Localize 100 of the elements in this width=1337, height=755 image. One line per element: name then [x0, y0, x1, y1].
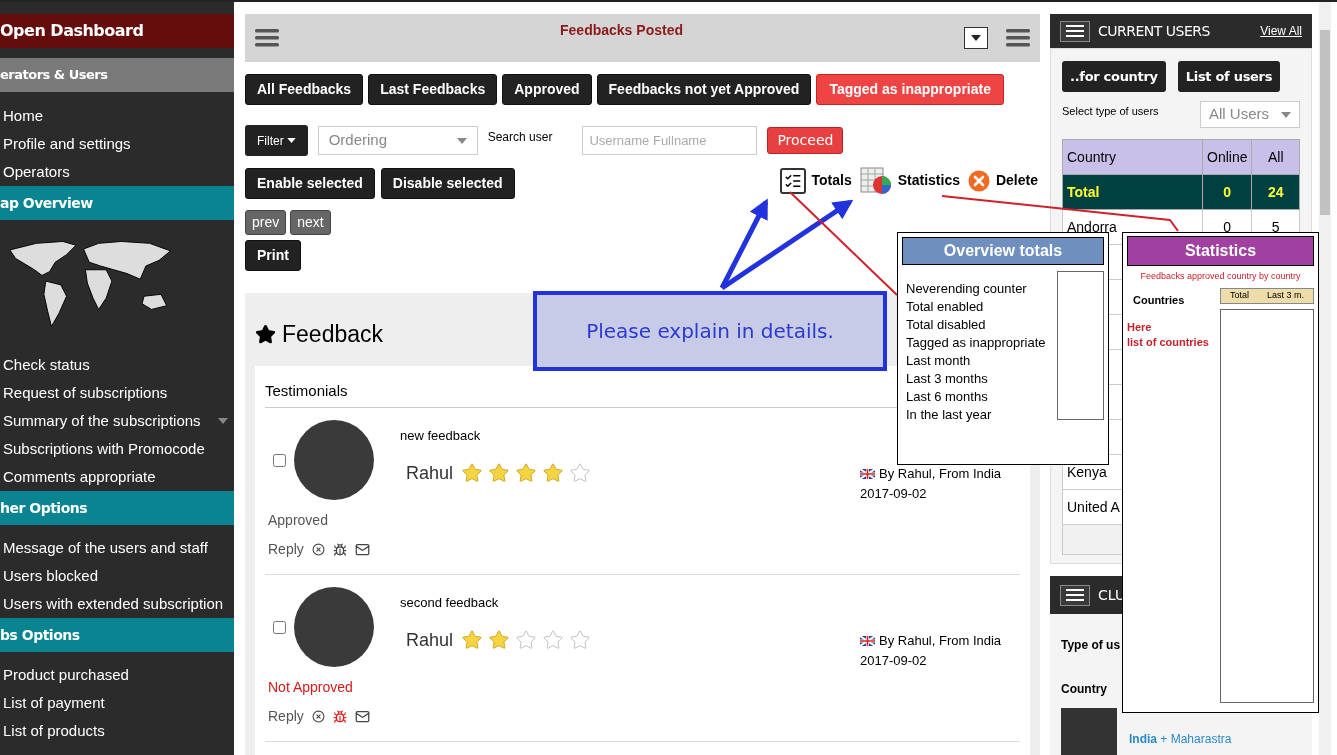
total-all: 24 [1251, 174, 1300, 210]
filter-tab[interactable]: Feedbacks not yet Approved [596, 74, 812, 105]
dismiss-icon[interactable] [311, 543, 325, 556]
sidebar-link[interactable]: Profile and settings [0, 130, 234, 158]
photo-placeholder [1061, 708, 1117, 755]
bulk-action-button[interactable]: Enable selected [245, 168, 375, 199]
search-field[interactable]: Username Fullname [582, 126, 758, 155]
column-header: Online [1202, 139, 1252, 175]
sidebar-link[interactable]: List of products [0, 717, 234, 745]
approval-status: Approved [267, 511, 329, 530]
panel-title: CURRENT USERS [1098, 21, 1211, 41]
flag-icon [860, 468, 875, 479]
sidebar-link[interactable]: List of payment [0, 689, 234, 717]
totals-line: Last 6 months [906, 388, 989, 406]
feedback-title: new feedback [400, 427, 482, 445]
sidebar-section-header[interactable]: her Options [0, 491, 234, 525]
sidebar-link[interactable]: Operators [0, 158, 234, 186]
sidebar-link[interactable]: Subscriptions with Promocode [0, 435, 234, 463]
select-checkbox[interactable] [273, 620, 286, 634]
countries-label: Countries [1132, 292, 1186, 308]
totals-line: Total disabled [906, 316, 987, 334]
filter-tab[interactable]: Tagged as inappropriate [816, 74, 1004, 105]
dismiss-icon[interactable] [311, 710, 325, 723]
caret-icon [218, 418, 228, 424]
user-filter-button[interactable]: ..for country [1062, 61, 1166, 92]
sidebar-link[interactable]: Check status [0, 351, 234, 379]
online-count: 0 [1223, 218, 1232, 235]
print-button[interactable]: Print [245, 240, 301, 271]
feedback-date: 2017-09-02 [860, 484, 928, 503]
view-all-link[interactable]: View All [1260, 22, 1302, 40]
sidebar-link[interactable]: Product purchased [0, 661, 234, 689]
star-icon [461, 629, 484, 651]
totals-line: Tagged as inappropriate [906, 334, 1047, 352]
column-header: All [1251, 139, 1300, 175]
caret-icon [456, 137, 467, 144]
countries-note: Here list of countries [1127, 320, 1210, 350]
bulk-action-button[interactable]: Disable selected [380, 168, 515, 199]
country-name: Kenya [1067, 463, 1107, 480]
search-label: Search user [487, 128, 553, 146]
approval-status: Not Approved [267, 678, 354, 697]
reply-link[interactable]: Reply [268, 706, 304, 727]
sidebar-link[interactable]: Message of the users and staff [0, 534, 234, 562]
menu-icon[interactable] [1006, 29, 1030, 47]
caret-icon [286, 138, 296, 143]
bug-icon[interactable] [332, 542, 347, 557]
user-count: 5 [1271, 218, 1280, 235]
sidebar-link[interactable]: Users with extended subscription [0, 590, 234, 618]
tool-link[interactable]: Statistics [897, 170, 960, 191]
filter-tab[interactable]: Last Feedbacks [368, 74, 498, 105]
menu-button[interactable] [1060, 20, 1090, 42]
tool-link[interactable]: Totals [811, 170, 852, 191]
dashboard-link[interactable]: Open Dashboard [0, 14, 234, 48]
filter-tab[interactable]: All Feedbacks [245, 74, 364, 105]
star-icon [569, 462, 592, 484]
popup-title: Statistics [1127, 236, 1314, 266]
star-icon [569, 629, 592, 651]
sidebar-link[interactable]: Users blocked [0, 562, 234, 590]
bug-icon[interactable] [332, 709, 347, 724]
total-online: 0 [1202, 174, 1252, 210]
select-checkbox[interactable] [273, 453, 286, 467]
author-byline: By Rahul, From India [879, 632, 1002, 650]
proceed-button[interactable]: Proceed [767, 127, 844, 154]
mail-icon[interactable] [354, 542, 370, 557]
total-label: Total [1062, 174, 1203, 210]
star-icon [461, 462, 484, 484]
star-icon [255, 323, 276, 345]
totals-line: Last month [906, 352, 972, 370]
close-icon [967, 169, 990, 192]
country-name: United A [1067, 498, 1120, 515]
pager-button[interactable]: prev [245, 210, 287, 235]
star-icon [515, 629, 538, 651]
sidebar-section-header[interactable]: bs Options [0, 618, 234, 652]
totals-line: Total enabled [906, 298, 985, 316]
menu-icon[interactable] [255, 29, 279, 47]
pager-button[interactable]: next [290, 210, 331, 235]
sidebar-section-header[interactable]: ap Overview [0, 186, 234, 220]
dropdown-toggle[interactable] [964, 27, 988, 49]
sidebar-link[interactable]: Comments appropriate [0, 463, 234, 491]
author-name: Rahul [406, 461, 454, 485]
star-icon [542, 629, 565, 651]
user-filter-button[interactable]: List of users [1177, 61, 1281, 92]
filter-button[interactable]: Filter [245, 125, 308, 156]
filter-tab[interactable]: Approved [502, 74, 592, 105]
star-icon [542, 462, 565, 484]
sidebar-link[interactable]: Home [0, 102, 234, 130]
field-label: Type of us [1061, 637, 1122, 654]
author-name: Rahul [406, 628, 454, 652]
sidebar-link[interactable]: Summary of the subscriptions [0, 407, 234, 435]
reply-link[interactable]: Reply [268, 539, 304, 560]
popup-subtitle: Feedbacks approved country by country [1139, 270, 1302, 283]
star-icon [488, 629, 511, 651]
user-type-select[interactable]: All Users [1200, 101, 1300, 128]
scrollbar[interactable] [1319, 2, 1331, 755]
menu-button[interactable] [1060, 584, 1090, 606]
mail-icon[interactable] [354, 709, 370, 724]
tool-link[interactable]: Delete [995, 170, 1038, 191]
caret-icon [1281, 111, 1291, 118]
sidebar-group-header[interactable]: erators & Users [0, 58, 234, 92]
ordering-select[interactable]: Ordering [317, 126, 478, 155]
sidebar-link[interactable]: Request of subscriptions [0, 379, 234, 407]
